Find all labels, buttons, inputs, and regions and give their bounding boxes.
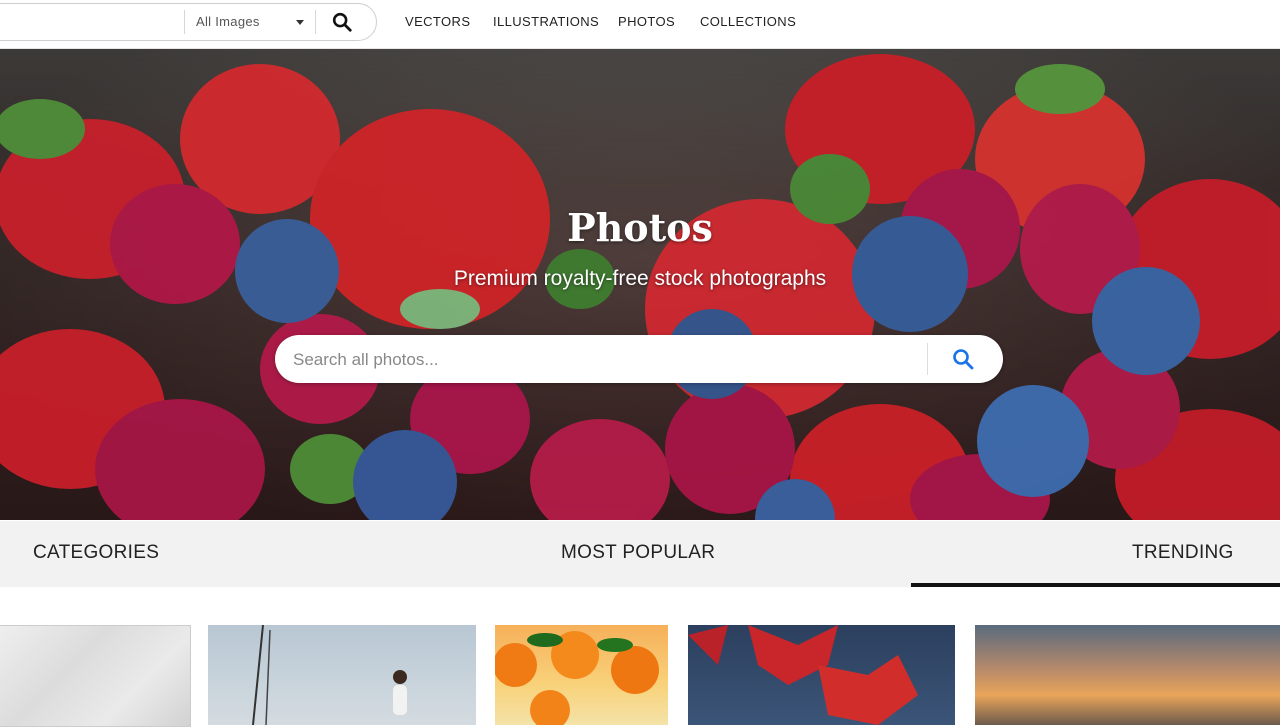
nav-illustrations[interactable]: ILLUSTRATIONS (493, 14, 599, 29)
photo-thumbnail[interactable] (975, 625, 1280, 725)
nav-vectors[interactable]: VECTORS (405, 14, 470, 29)
photo-thumbnail[interactable] (688, 625, 955, 725)
tab-most-popular[interactable]: MOST POPULAR (561, 542, 715, 564)
category-tabs: CATEGORIES MOST POPULAR TRENDING (0, 521, 1280, 587)
image-type-select[interactable]: All Images (196, 14, 260, 29)
photo-thumbnail[interactable] (208, 625, 476, 725)
search-divider (927, 343, 928, 375)
hero-search-bar (275, 335, 1003, 383)
page-title: Photos (567, 205, 713, 250)
chevron-down-icon[interactable] (296, 20, 304, 25)
tab-trending[interactable]: TRENDING (1132, 542, 1234, 564)
page-subtitle: Premium royalty-free stock photographs (453, 267, 827, 290)
hero-banner: Photos Premium royalty-free stock photog… (0, 49, 1280, 520)
tab-categories[interactable]: CATEGORIES (33, 542, 159, 564)
search-divider (184, 10, 185, 34)
search-divider (315, 10, 316, 34)
search-icon[interactable] (951, 347, 975, 371)
photo-thumbnail[interactable] (495, 625, 668, 725)
top-search-bar: All Images (0, 3, 377, 41)
nav-collections[interactable]: COLLECTIONS (700, 14, 796, 29)
search-icon[interactable] (331, 11, 353, 33)
top-bar: All Images VECTORS ILLUSTRATIONS PHOTOS … (0, 0, 1280, 49)
search-input[interactable] (291, 347, 915, 373)
active-tab-indicator (911, 583, 1280, 587)
nav-photos[interactable]: PHOTOS (618, 14, 675, 29)
photo-thumbnail[interactable] (0, 625, 191, 727)
